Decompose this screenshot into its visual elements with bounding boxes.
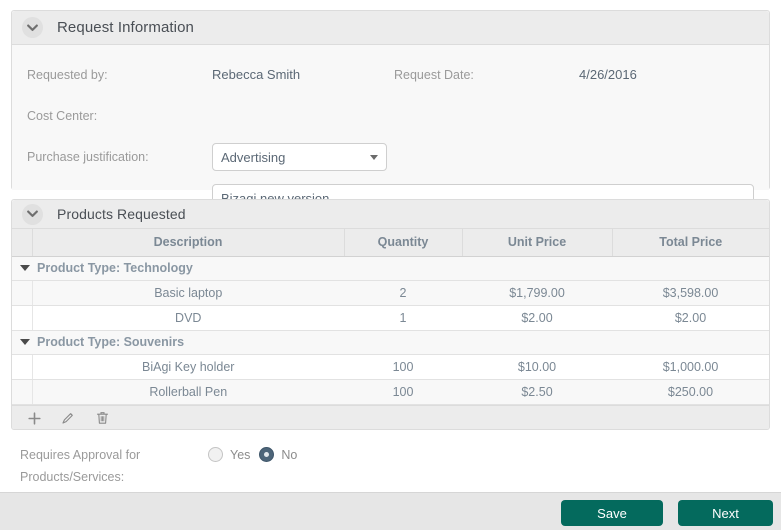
next-button[interactable]: Next [678, 500, 773, 526]
chevron-down-icon[interactable] [22, 203, 43, 225]
column-header-total-price[interactable]: Total Price [612, 229, 769, 257]
cell-quantity: 100 [344, 354, 462, 380]
cell-quantity: 2 [344, 280, 462, 306]
request-information-body: Requested by: Rebecca Smith Request Date… [12, 45, 769, 212]
radio-option-no[interactable]: No [259, 447, 297, 462]
footer-bar: Save Next [0, 492, 781, 530]
approval-label-line2: Products/Services: [20, 470, 125, 484]
group-row[interactable]: Product Type: Technology [12, 256, 769, 281]
cell-unit-price: $1,799.00 [462, 280, 612, 306]
radio-button-no[interactable] [259, 447, 275, 462]
cell-quantity: 1 [344, 305, 462, 331]
cell-total-price: $1,000.00 [612, 354, 769, 380]
row-select-cell[interactable] [12, 379, 33, 405]
group-row-label: Product Type: Technology [37, 261, 193, 275]
requested-by-label: Requested by: [27, 68, 108, 82]
group-row-label: Product Type: Souvenirs [37, 335, 185, 349]
cell-total-price: $3,598.00 [612, 280, 769, 306]
cell-description: DVD [32, 305, 344, 331]
group-row-cell[interactable]: Product Type: Technology [12, 256, 769, 281]
triangle-down-icon[interactable] [20, 264, 30, 271]
group-row-cell[interactable]: Product Type: Souvenirs [12, 330, 769, 355]
table-row[interactable]: DVD 1 $2.00 $2.00 [12, 305, 769, 331]
requested-by-value: Rebecca Smith [212, 67, 301, 82]
request-form-page: Request Information Requested by: Rebecc… [0, 0, 781, 530]
table-row[interactable]: Basic laptop 2 $1,799.00 $3,598.00 [12, 280, 769, 306]
cell-description: Rollerball Pen [32, 379, 344, 405]
cost-center-selected-value: Advertising [221, 149, 286, 165]
column-header-description[interactable]: Description [32, 229, 345, 257]
products-requested-panel: Products Requested Description Quantity … [11, 199, 770, 430]
products-table-body: Product Type: Technology Basic laptop 2 … [12, 256, 769, 405]
products-table-toolbar [12, 404, 769, 429]
chevron-down-icon [370, 154, 378, 160]
cell-unit-price: $10.00 [462, 354, 612, 380]
request-date-label: Request Date: [394, 68, 474, 82]
page-title: Request Information [57, 19, 194, 36]
radio-label-yes: Yes [230, 447, 251, 462]
request-date-value: 4/26/2016 [579, 67, 637, 82]
radio-button-yes[interactable] [208, 447, 223, 462]
cell-unit-price: $2.50 [462, 379, 612, 405]
column-header-quantity[interactable]: Quantity [344, 229, 463, 257]
pencil-icon[interactable] [60, 410, 76, 426]
row-select-cell[interactable] [12, 354, 33, 380]
cell-total-price: $2.00 [612, 305, 769, 331]
table-row[interactable]: Rollerball Pen 100 $2.50 $250.00 [12, 379, 769, 405]
table-header-row: Description Quantity Unit Price Total Pr… [12, 229, 769, 257]
triangle-down-icon[interactable] [20, 338, 30, 345]
products-requested-header: Products Requested [12, 200, 769, 229]
products-table: Description Quantity Unit Price Total Pr… [12, 229, 769, 405]
table-row[interactable]: BiAgi Key holder 100 $10.00 $1,000.00 [12, 354, 769, 380]
trash-icon[interactable] [94, 410, 110, 426]
products-requested-title: Products Requested [57, 206, 186, 222]
request-information-header: Request Information [12, 11, 769, 45]
column-header-select[interactable] [12, 229, 33, 257]
row-select-cell[interactable] [12, 280, 33, 306]
radio-label-no: No [281, 447, 298, 462]
chevron-down-icon[interactable] [22, 17, 43, 38]
radio-option-yes[interactable]: Yes [208, 447, 250, 462]
row-select-cell[interactable] [12, 305, 33, 331]
cell-unit-price: $2.00 [462, 305, 612, 331]
cell-description: BiAgi Key holder [32, 354, 344, 380]
top-spacer [0, 0, 781, 4]
cost-center-label: Cost Center: [27, 109, 98, 123]
cost-center-select[interactable]: Advertising [212, 143, 387, 171]
approval-label-line1: Requires Approval for [20, 448, 141, 462]
request-information-panel: Request Information Requested by: Rebecc… [11, 10, 770, 212]
approval-radio-group: Yes No [208, 447, 297, 462]
group-row[interactable]: Product Type: Souvenirs [12, 330, 769, 355]
cell-quantity: 100 [344, 379, 462, 405]
cell-description: Basic laptop [32, 280, 344, 306]
column-header-unit-price[interactable]: Unit Price [462, 229, 613, 257]
purchase-justification-label: Purchase justification: [27, 150, 149, 164]
plus-icon[interactable] [26, 410, 42, 426]
cell-total-price: $250.00 [612, 379, 769, 405]
approval-label: Requires Approval for Products/Services: [20, 444, 195, 488]
save-button[interactable]: Save [561, 500, 663, 526]
